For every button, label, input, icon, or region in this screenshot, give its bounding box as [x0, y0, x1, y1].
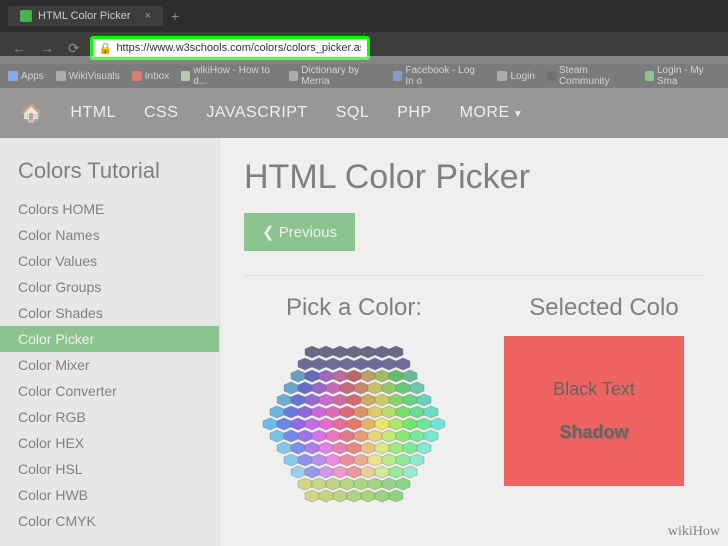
bookmark-favicon-icon [497, 71, 507, 81]
sidebar-item-color-values[interactable]: Color Values [0, 248, 219, 274]
bookmark-favicon-icon [8, 71, 18, 81]
shadow-text-sample: Shadow [559, 422, 628, 443]
bookmark-label: Dictionary by Merria [301, 65, 381, 87]
nav-more[interactable]: MORE [460, 104, 524, 122]
sidebar-item-color-mixer[interactable]: Color Mixer [0, 352, 219, 378]
sidebar-item-color-rgb[interactable]: Color RGB [0, 404, 219, 430]
sidebar-item-color-hwb[interactable]: Color HWB [0, 482, 219, 508]
bookmark-favicon-icon [181, 71, 190, 81]
bookmark-item[interactable]: Login [497, 71, 534, 82]
bookmark-label: Apps [21, 71, 44, 82]
bookmark-label: Inbox [145, 71, 169, 82]
sidebar-item-color-picker[interactable]: Color Picker [0, 326, 219, 352]
nav-php[interactable]: PHP [397, 104, 431, 122]
bookmark-item[interactable]: WikiVisuals [56, 71, 120, 82]
home-icon[interactable]: 🏠 [20, 103, 42, 124]
top-navigation: 🏠 HTML CSS JAVASCRIPT SQL PHP MORE [0, 88, 728, 138]
sidebar-item-color-hsl[interactable]: Color HSL [0, 456, 219, 482]
forward-button[interactable]: → [36, 38, 58, 58]
color-hexagon-picker[interactable] [244, 336, 464, 516]
nav-sql[interactable]: SQL [336, 104, 370, 122]
close-icon[interactable]: × [145, 10, 151, 22]
bookmark-item[interactable]: Dictionary by Merria [289, 65, 381, 87]
bookmark-favicon-icon [132, 71, 142, 81]
lock-icon: 🔒 [99, 42, 113, 55]
new-tab-button[interactable]: + [171, 8, 179, 24]
divider [244, 275, 704, 276]
bookmark-favicon-icon [393, 71, 402, 81]
url-bar: ← → ⟳ 🔒 [0, 32, 728, 64]
bookmark-favicon-icon [645, 71, 654, 81]
sidebar-item-color-converter[interactable]: Color Converter [0, 378, 219, 404]
pick-color-heading: Pick a Color: [244, 294, 464, 322]
sidebar-item-colors-home[interactable]: Colors HOME [0, 196, 219, 222]
bookmark-item[interactable]: Steam Community [547, 65, 633, 87]
selected-color-heading: Selected Colo [504, 294, 704, 322]
sidebar-item-color-hex[interactable]: Color HEX [0, 430, 219, 456]
bookmark-favicon-icon [547, 71, 556, 81]
bookmark-label: WikiVisuals [69, 71, 120, 82]
nav-css[interactable]: CSS [144, 104, 178, 122]
previous-button[interactable]: Previous [244, 213, 355, 251]
main-content: HTML Color Picker Previous Pick a Color:… [220, 138, 728, 546]
bookmarks-bar: Apps WikiVisuals Inbox wikiHow - How to d..… [0, 64, 728, 88]
back-button[interactable]: ← [8, 38, 30, 58]
bookmark-label: Steam Community [559, 65, 633, 87]
selected-color-preview: Black Text Shadow [504, 336, 684, 486]
reload-button[interactable]: ⟳ [64, 38, 84, 59]
browser-tab[interactable]: HTML Color Picker × [8, 6, 163, 26]
bookmark-item[interactable]: wikiHow - How to d... [181, 65, 277, 87]
sidebar-item-color-groups[interactable]: Color Groups [0, 274, 219, 300]
url-input[interactable] [116, 42, 360, 54]
bookmark-favicon-icon [289, 71, 298, 81]
bookmark-item[interactable]: Apps [8, 71, 44, 82]
address-bar[interactable]: 🔒 [90, 36, 370, 60]
bookmark-item[interactable]: Facebook - Log In o [393, 65, 485, 87]
sidebar: Colors Tutorial Colors HOMEColor NamesCo… [0, 138, 220, 546]
sidebar-item-color-names[interactable]: Color Names [0, 222, 219, 248]
tab-favicon-icon [20, 10, 32, 22]
bookmark-label: Login - My Sma [657, 65, 720, 87]
bookmark-label: wikiHow - How to d... [193, 65, 277, 87]
bookmark-item[interactable]: Login - My Sma [645, 65, 720, 87]
sidebar-title: Colors Tutorial [0, 150, 219, 196]
page-title: HTML Color Picker [244, 158, 704, 197]
bookmark-label: Login [510, 71, 534, 82]
nav-javascript[interactable]: JAVASCRIPT [206, 104, 307, 122]
bookmark-label: Facebook - Log In o [405, 65, 485, 87]
black-text-sample: Black Text [553, 379, 635, 400]
tab-title: HTML Color Picker [38, 10, 131, 22]
sidebar-item-color-shades[interactable]: Color Shades [0, 300, 219, 326]
sidebar-item-color-cmyk[interactable]: Color CMYK [0, 508, 219, 534]
bookmark-item[interactable]: Inbox [132, 71, 169, 82]
nav-html[interactable]: HTML [70, 104, 116, 122]
watermark: wikiHow [668, 524, 720, 540]
bookmark-favicon-icon [56, 71, 66, 81]
browser-tab-bar: HTML Color Picker × + [0, 0, 728, 32]
